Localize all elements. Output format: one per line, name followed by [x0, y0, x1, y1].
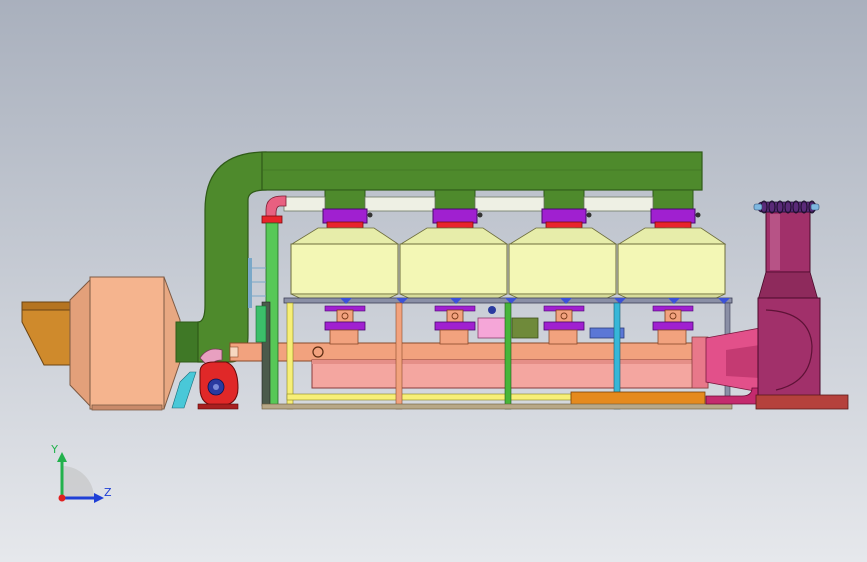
adsorber-1 — [290, 227, 400, 301]
fan-hub — [213, 384, 219, 390]
beam-yellow — [286, 393, 572, 401]
filter-transition — [69, 276, 93, 410]
red-flange — [261, 215, 283, 224]
z-axis-arrow — [94, 493, 104, 503]
triad-quarter-disc — [62, 466, 94, 498]
duct-outlet-neck — [175, 321, 201, 363]
adsorber-2 — [399, 227, 509, 301]
coordinate-triad[interactable]: Y Z — [50, 443, 112, 503]
red-elbow — [265, 195, 287, 219]
y-axis-label: Y — [50, 443, 58, 456]
triad-origin — [58, 494, 66, 502]
inlet-hood-lip — [21, 301, 77, 311]
header-branch-3 — [548, 329, 578, 345]
inlet-branches — [283, 189, 694, 212]
control-box-pink — [477, 317, 507, 339]
exhaust-pipe-elbow — [705, 387, 761, 405]
base-rail — [261, 403, 733, 410]
catalytic-combustion — [229, 329, 709, 389]
filter-base — [91, 404, 163, 411]
bottom-valve-1 — [324, 305, 366, 331]
ladder-rail — [248, 258, 252, 308]
inlet-hood — [21, 305, 75, 366]
adsorber-4 — [617, 227, 727, 301]
control-box-olive — [511, 317, 539, 339]
dry-filter-unit — [21, 276, 181, 411]
header-branch-2 — [439, 329, 469, 345]
chimney-highlight — [770, 214, 780, 270]
duct-header-top — [261, 151, 703, 191]
header-branch-4 — [657, 329, 687, 345]
activated-carbon-adsorbers — [290, 227, 727, 301]
fan-base-plate — [755, 394, 849, 410]
bottom-valve-4 — [652, 305, 694, 331]
leg-yellow — [286, 302, 294, 410]
leg-green — [504, 302, 512, 410]
fan-base — [197, 403, 239, 410]
adsorber-3 — [508, 227, 618, 301]
header-branch-1 — [329, 329, 359, 345]
chimney-rain-cap — [753, 200, 820, 214]
fan-volute — [757, 297, 821, 399]
header-end-flange — [229, 346, 239, 358]
control-knob — [488, 306, 496, 314]
equipment-assembly-drawing: Y Z — [21, 151, 849, 503]
left-riser-pipes — [248, 195, 287, 407]
z-axis-label: Z — [104, 486, 112, 499]
transition-shadow — [726, 345, 760, 378]
bottom-valve-3 — [543, 305, 585, 331]
chimney-taper — [757, 271, 819, 301]
y-axis-arrow — [57, 452, 67, 462]
fan-stand — [171, 371, 197, 409]
bottom-valve-2 — [434, 305, 476, 331]
desorption-header — [229, 342, 693, 362]
green-block — [255, 305, 267, 343]
cad-viewport[interactable]: Y Z — [0, 0, 867, 562]
filter-body — [89, 276, 165, 410]
leg-salmon — [395, 302, 403, 410]
